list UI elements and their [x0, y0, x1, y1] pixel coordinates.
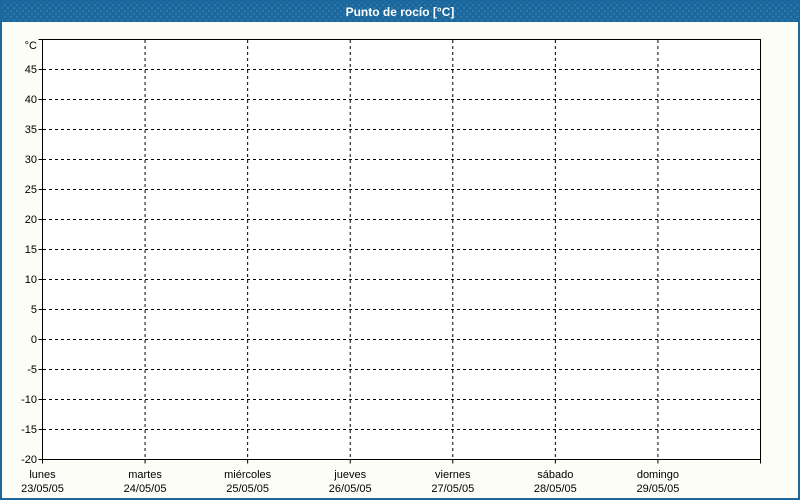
title-bar: Punto de rocío [°C] [2, 2, 798, 22]
day-date: 24/05/05 [123, 483, 167, 495]
y-tick-label: 0 [30, 333, 37, 346]
y-tick-label: 25 [24, 183, 37, 196]
y-tick-label: -10 [21, 393, 37, 406]
day-name: jueves [334, 469, 367, 481]
chart-title: Punto de rocío [°C] [345, 5, 455, 19]
day-date: 26/05/05 [328, 483, 372, 495]
chart-background [2, 22, 798, 498]
day-name: viernes [435, 469, 471, 481]
y-tick-label: -20 [21, 453, 37, 466]
day-date: 23/05/05 [21, 483, 64, 495]
y-tick-label: 20 [24, 213, 37, 226]
y-axis-unit-label: °C [24, 39, 37, 52]
day-date: 25/05/05 [226, 483, 270, 495]
day-name: domingo [636, 469, 680, 481]
y-tick-label: 40 [24, 93, 37, 106]
y-tick-label: 5 [30, 303, 37, 316]
day-name: sábado [537, 469, 574, 481]
day-date: 28/05/05 [533, 483, 577, 495]
y-tick-label: -5 [27, 363, 37, 376]
y-tick-label: 30 [24, 153, 37, 166]
day-name: lunes [29, 469, 56, 481]
x-day-label: domingo 29/05/05 [637, 468, 680, 496]
x-day-label: viernes 27/05/05 [431, 468, 474, 496]
y-tick-label: 35 [24, 123, 37, 136]
y-tick-label: 45 [24, 63, 37, 76]
x-day-label: martes 24/05/05 [124, 468, 167, 496]
x-day-label: miércoles 25/05/05 [224, 468, 271, 496]
day-date: 29/05/05 [636, 483, 680, 495]
x-day-label: sábado 28/05/05 [534, 468, 577, 496]
chart-window: Punto de rocío [°C] °C 45 40 35 30 25 20 15 10 5 0… [0, 0, 800, 500]
y-tick-label: -15 [21, 423, 37, 436]
x-day-label: jueves 26/05/05 [329, 468, 372, 496]
day-name: miércoles [224, 469, 272, 481]
x-day-label: lunes 23/05/05 [21, 468, 64, 496]
y-tick-label: 10 [24, 273, 37, 286]
day-date: 27/05/05 [431, 483, 475, 495]
y-tick-label: 15 [24, 243, 37, 256]
day-name: martes [128, 469, 162, 481]
